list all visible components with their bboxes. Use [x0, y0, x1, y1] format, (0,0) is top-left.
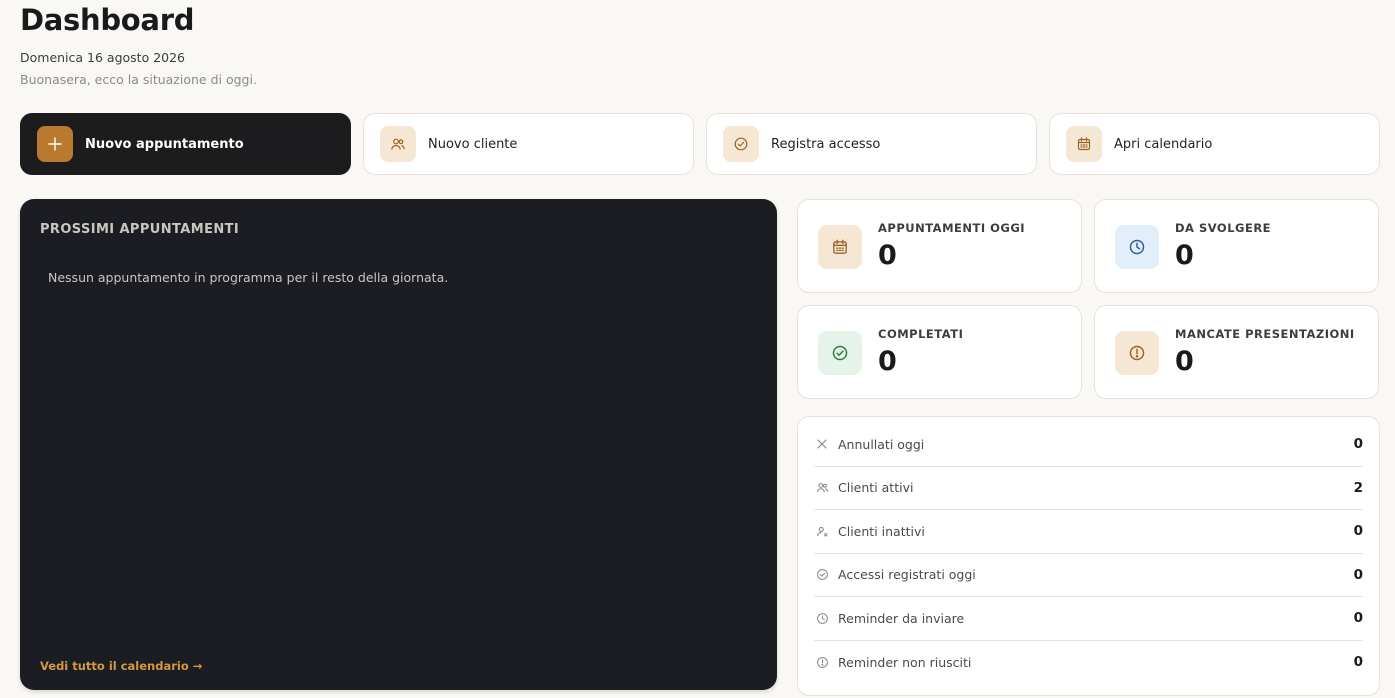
- users-icon: [814, 480, 830, 496]
- calendar-icon: [818, 225, 862, 269]
- stat-value: 0: [878, 346, 897, 377]
- stat-label: MANCATE PRESENTAZIONI: [1175, 327, 1355, 341]
- view-calendar-link[interactable]: Vedi tutto il calendario →: [40, 659, 202, 673]
- stat-label: APPUNTAMENTI OGGI: [878, 221, 1026, 235]
- summary-label: Reminder da inviare: [838, 610, 965, 626]
- check-circle-icon: [723, 126, 759, 162]
- open-calendar-label: Apri calendario: [1114, 136, 1213, 152]
- upcoming-empty-message: Nessun appuntamento in programma per il …: [48, 270, 449, 285]
- check-circle-icon: [818, 331, 862, 375]
- current-date: Domenica 16 agosto 2026: [20, 50, 186, 65]
- summary-value: 0: [1353, 523, 1363, 540]
- summary-row-reminders-pending: Reminder da inviare 0: [814, 597, 1363, 641]
- register-access-button[interactable]: Registra accesso: [706, 113, 1037, 175]
- users-icon: [380, 126, 416, 162]
- stat-appointments-today: APPUNTAMENTI OGGI 0: [797, 199, 1082, 293]
- summary-row-reminders-failed: Reminder non riusciti 0: [814, 641, 1363, 685]
- new-appointment-label: Nuovo appuntamento: [85, 136, 244, 152]
- stat-label: COMPLETATI: [878, 327, 964, 341]
- summary-label: Accessi registrati oggi: [838, 567, 976, 583]
- register-access-label: Registra accesso: [771, 136, 881, 152]
- clock-icon: [1115, 225, 1159, 269]
- quick-actions: Nuovo appuntamento Nuovo cliente Registr…: [20, 113, 1380, 175]
- stat-completed: COMPLETATI 0: [797, 305, 1082, 399]
- check-circle-icon: [814, 567, 830, 583]
- summary-row-access-today: Accessi registrati oggi 0: [814, 554, 1363, 597]
- page-title: Dashboard: [20, 3, 195, 37]
- stat-no-shows: MANCATE PRESENTAZIONI 0: [1094, 305, 1379, 399]
- stat-to-do: DA SVOLGERE 0: [1094, 199, 1379, 293]
- calendar-icon: [1066, 126, 1102, 162]
- summary-label: Clienti attivi: [838, 480, 914, 496]
- stat-value: 0: [1175, 240, 1194, 271]
- summary-row-cancelled: Annullati oggi 0: [814, 423, 1363, 467]
- stat-value: 0: [878, 240, 897, 271]
- summary-list: Annullati oggi 0 Clienti attivi 2 Client…: [797, 416, 1380, 696]
- summary-label: Reminder non riusciti: [838, 654, 972, 670]
- x-icon: [814, 436, 830, 452]
- summary-row-active-clients: Clienti attivi 2: [814, 467, 1363, 510]
- alert-circle-icon: [814, 654, 830, 670]
- page-header: Dashboard Domenica 16 agosto 2026 Buonas…: [20, 0, 257, 88]
- open-calendar-button[interactable]: Apri calendario: [1049, 113, 1380, 175]
- new-client-button[interactable]: Nuovo cliente: [363, 113, 694, 175]
- upcoming-title: PROSSIMI APPUNTAMENTI: [40, 222, 240, 237]
- user-x-icon: [814, 523, 830, 539]
- summary-value: 0: [1353, 566, 1363, 583]
- dashboard-page: Dashboard Domenica 16 agosto 2026 Buonas…: [0, 0, 1395, 698]
- summary-label: Clienti inattivi: [838, 523, 925, 539]
- plus-icon: [37, 126, 73, 162]
- summary-value: 0: [1353, 610, 1363, 627]
- alert-circle-icon: [1115, 331, 1159, 375]
- upcoming-appointments-card: PROSSIMI APPUNTAMENTI Nessun appuntament…: [20, 199, 777, 690]
- summary-value: 0: [1353, 436, 1363, 453]
- summary-value: 0: [1353, 654, 1363, 671]
- summary-value: 2: [1353, 479, 1363, 496]
- summary-row-inactive-clients: Clienti inattivi 0: [814, 510, 1363, 554]
- stat-value: 0: [1175, 346, 1194, 377]
- new-client-label: Nuovo cliente: [428, 136, 518, 152]
- summary-label: Annullati oggi: [838, 436, 925, 452]
- greeting-text: Buonasera, ecco la situazione di oggi.: [20, 72, 257, 87]
- stat-label: DA SVOLGERE: [1175, 221, 1272, 235]
- clock-icon: [814, 610, 830, 626]
- new-appointment-button[interactable]: Nuovo appuntamento: [20, 113, 351, 175]
